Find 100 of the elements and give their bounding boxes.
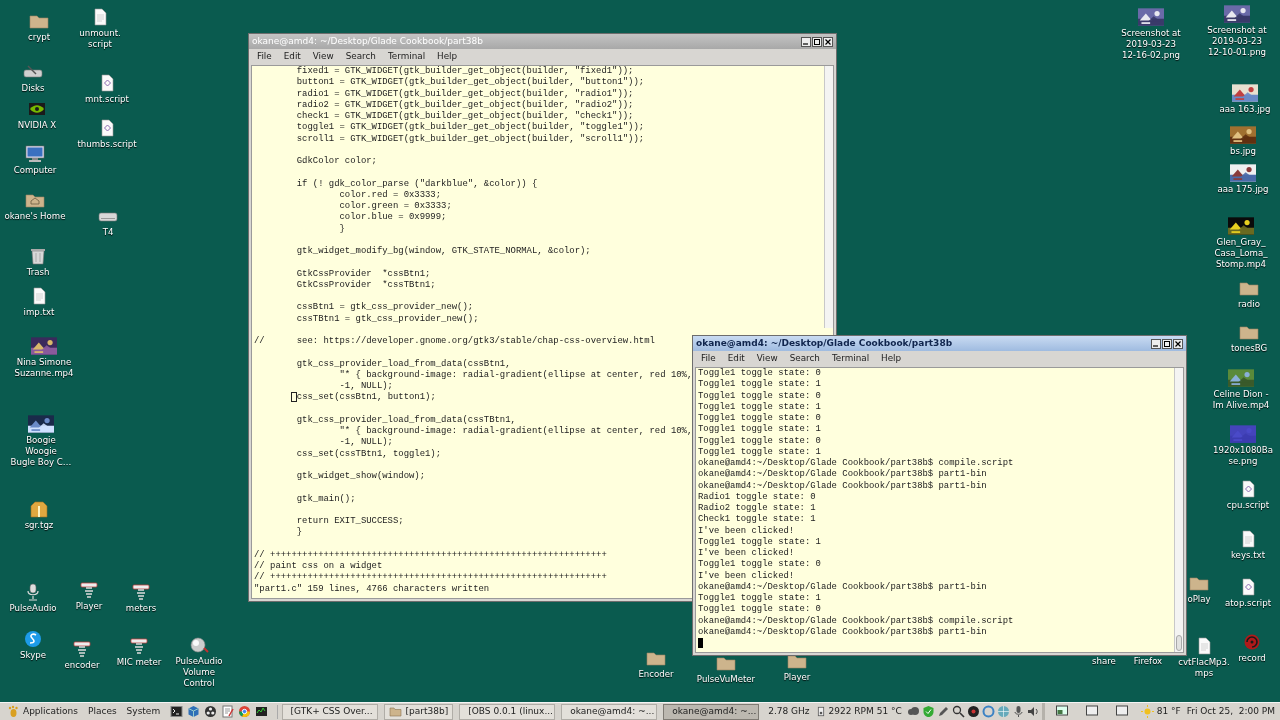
icon-label[interactable]: 1920x1080Ba se.png [1213,445,1273,467]
icon-label[interactable]: Player [75,601,103,612]
clock[interactable]: Fri Oct 25, 2:00 PM [1186,704,1275,719]
maximize-icon[interactable] [812,36,822,47]
menu-item[interactable]: Edit [277,49,307,64]
taskbar-button[interactable]: okane@amd4: ~... [561,703,658,720]
sensor-icon[interactable] [815,705,826,718]
spring-icon[interactable] [71,640,93,658]
spring-icon[interactable] [130,583,152,601]
taskbar-button[interactable]: [OBS 0.0.1 (linux... [459,703,556,720]
menu-item[interactable]: Help [875,351,908,366]
icon-label[interactable]: Celine Dion - Im Alive.mp4 [1212,389,1270,411]
icon-label[interactable]: tonesBG [1230,343,1268,354]
icon-label[interactable]: Screenshot at 2019-03-23 12-10-01.png [1207,25,1267,58]
icon-label[interactable]: Skype [20,650,46,661]
minimize-icon[interactable] [801,36,811,47]
icon-label[interactable]: Nina Simone Suzanne.mp4 [14,357,74,379]
menu-item[interactable]: Search [339,49,382,64]
menu-item[interactable]: File [251,49,278,64]
icon-label[interactable]: PulseAudio Volume Control [175,656,223,689]
menu-item[interactable]: View [750,351,784,366]
close-icon[interactable] [1173,338,1183,349]
menu-item[interactable]: System [126,704,161,719]
menu-item[interactable]: Search [783,351,826,366]
folder-icon[interactable] [28,12,50,30]
icon-label[interactable]: Firefox [1133,656,1163,667]
desktop-icon[interactable] [1054,705,1069,718]
eye-logo-icon[interactable] [26,100,48,118]
icon-label[interactable]: PulseVuMeter [696,674,756,685]
icon-label[interactable]: T4 [102,227,114,238]
icon-label[interactable]: unmount. script [79,28,121,50]
circle-icon[interactable] [966,705,980,718]
icon-label[interactable]: MIC meter [116,657,162,668]
microphone-icon[interactable] [1011,705,1025,718]
spring-icon[interactable] [128,637,150,655]
pen-icon[interactable] [936,705,950,718]
icon-label[interactable]: Disks [21,83,45,94]
close-icon[interactable] [823,36,833,47]
menu-item[interactable]: Terminal [825,351,876,366]
minimize-icon[interactable] [1151,338,1161,349]
folder-icon[interactable] [1238,323,1260,341]
icon-label[interactable]: oPlay [1187,594,1211,605]
menu-item[interactable]: Places [88,704,117,719]
icon-label[interactable]: NVIDIA X [17,120,57,131]
terminal-icon[interactable] [170,705,184,718]
icon-label[interactable]: Boogie Woogie Bugle Boy C… [10,435,72,468]
chat-icon[interactable] [22,630,44,648]
home-folder-icon[interactable] [24,191,46,209]
desktop-icon[interactable] [1084,705,1099,718]
folder-icon[interactable] [1238,279,1260,297]
icon-label[interactable]: sgr.tgz [24,520,54,531]
icon-label[interactable]: PulseAudio [9,603,57,614]
maximize-icon[interactable] [1162,338,1172,349]
desktop-icon[interactable] [1114,705,1129,718]
text-editor-icon[interactable] [221,705,235,718]
menu-item[interactable]: File [695,351,722,366]
icon-label[interactable]: mnt.script [85,94,129,105]
spring-icon[interactable] [78,581,100,599]
computer-icon[interactable] [24,145,46,163]
icon-label[interactable]: atop.script [1225,598,1271,609]
menu-item[interactable]: Terminal [381,49,432,64]
scrollbar[interactable] [824,66,833,328]
icon-label[interactable]: Glen_Gray_ Casa_Loma_ Stomp.mp4 [1214,237,1268,270]
icon-label[interactable]: aaa 175.jpg [1217,184,1269,195]
icon-label[interactable]: meters [125,603,157,614]
disk-icon[interactable] [22,63,44,81]
icon-label[interactable]: radio [1238,299,1260,310]
cube-icon[interactable] [187,705,201,718]
speaker-icon[interactable] [1026,705,1040,718]
scrollbar[interactable] [1174,368,1183,652]
menu-item[interactable]: View [306,49,340,64]
taskbar-button[interactable]: okane@amd4: ~... [663,703,760,720]
icon-label[interactable]: aaa 163.jpg [1219,104,1271,115]
icon-label[interactable]: imp.txt [23,307,55,318]
icon-label[interactable]: share [1092,656,1116,667]
box-icon[interactable] [28,500,50,518]
icon-label[interactable]: Player [783,672,811,683]
search-icon[interactable] [951,705,965,718]
taskbar-button[interactable]: [GTK+ CSS Over... [281,703,378,720]
icon-label[interactable]: okane's Home [4,211,66,222]
icon-label[interactable]: bs.jpg [1230,146,1256,157]
icon-label[interactable]: record [1238,653,1266,664]
applications-menu[interactable]: Applications [7,704,78,719]
menu-item[interactable]: Help [431,49,464,64]
browser-icon[interactable] [238,705,252,718]
icon-label[interactable]: Computer [13,165,57,176]
system-monitor-icon[interactable] [255,705,269,718]
icon-label[interactable]: thumbs.script [77,139,137,150]
icon-label[interactable]: crypt [27,32,51,43]
taskbar-button[interactable]: [part38b] [383,703,454,720]
icon-label[interactable]: cpu.script [1226,500,1270,511]
icon-label[interactable]: Screenshot at 2019-03-23 12-16-02.png [1121,28,1181,61]
cloud-icon[interactable] [906,705,920,718]
icon-label[interactable]: Trash [26,267,50,278]
obs-icon[interactable] [204,705,218,718]
icon-label[interactable]: encoder [64,660,100,671]
folder-icon[interactable] [1188,574,1210,592]
icon-label[interactable]: Encoder [638,669,674,680]
menu-item[interactable]: Edit [721,351,751,366]
icon-label[interactable]: cvtFlacMp3. mps [1178,657,1230,679]
